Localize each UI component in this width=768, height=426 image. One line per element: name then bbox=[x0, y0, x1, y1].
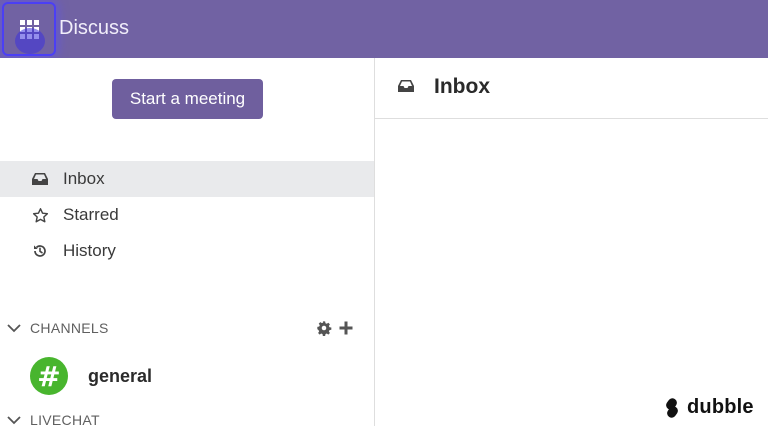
history-icon bbox=[31, 242, 49, 260]
sidebar-item-inbox[interactable]: Inbox bbox=[0, 161, 374, 197]
chevron-down-icon[interactable] bbox=[6, 320, 22, 336]
star-icon bbox=[31, 206, 49, 224]
sidebar: Start a meeting Inbox Starred History CH… bbox=[0, 58, 374, 426]
livechat-section-header[interactable]: LIVECHAT bbox=[0, 408, 374, 426]
thread-header: Inbox bbox=[375, 58, 768, 119]
channel-avatar: # bbox=[30, 357, 68, 395]
chevron-down-icon[interactable] bbox=[6, 412, 22, 426]
channel-item-general[interactable]: # general bbox=[0, 355, 374, 397]
sidebar-item-label: History bbox=[63, 241, 116, 260]
click-indicator bbox=[15, 28, 45, 54]
app-title: Discuss bbox=[59, 17, 130, 39]
page-title: Inbox bbox=[434, 75, 490, 98]
livechat-section-label: LIVECHAT bbox=[30, 412, 100, 426]
top-bar: Discuss bbox=[0, 0, 768, 58]
channel-name: general bbox=[88, 365, 153, 386]
sidebar-item-label: Inbox bbox=[63, 169, 105, 188]
dubble-watermark: dubble bbox=[662, 396, 754, 419]
channels-section-header[interactable]: CHANNELS bbox=[0, 316, 374, 340]
start-meeting-button[interactable]: Start a meeting bbox=[112, 79, 263, 119]
sidebar-item-label: Starred bbox=[63, 205, 119, 224]
plus-icon[interactable] bbox=[338, 320, 354, 336]
inbox-icon bbox=[398, 79, 416, 97]
dubble-logo-icon bbox=[662, 397, 682, 419]
inbox-icon bbox=[31, 170, 49, 188]
channels-section-label: CHANNELS bbox=[30, 320, 109, 336]
watermark-text: dubble bbox=[687, 396, 754, 418]
gear-icon[interactable] bbox=[316, 320, 332, 336]
sidebar-item-history[interactable]: History bbox=[0, 233, 374, 269]
sidebar-item-starred[interactable]: Starred bbox=[0, 197, 374, 233]
